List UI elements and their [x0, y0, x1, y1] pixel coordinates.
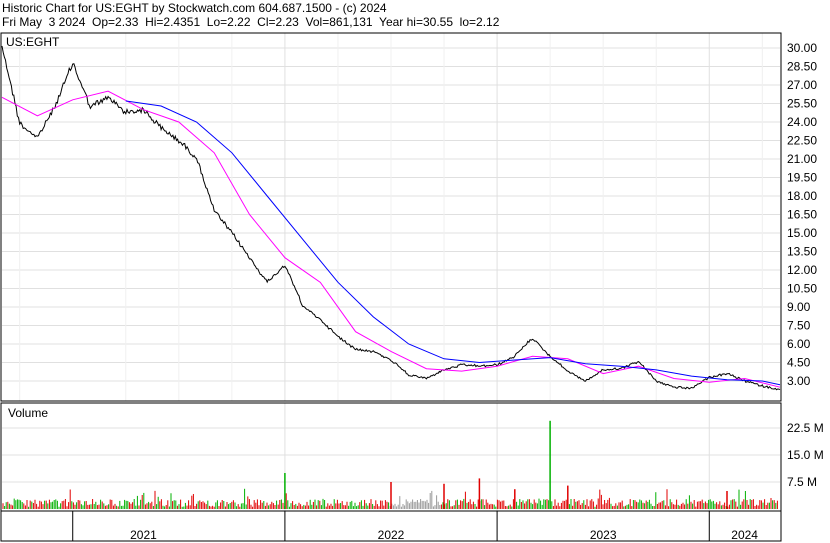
price-tick-label: 21.00 — [787, 152, 817, 166]
price-tick-label: 10.50 — [787, 282, 817, 296]
price-tick-label: 19.50 — [787, 171, 817, 185]
stock-chart: 30.00 28.50 27.00 25.50 24.00 22.50 21.00 19.50… — [0, 32, 824, 542]
price-tick-label: 28.50 — [787, 60, 817, 74]
axis-labels: 30.00 28.50 27.00 25.50 24.00 22.50 21.00 19.50… — [130, 41, 824, 542]
price-tick-label: 4.50 — [787, 356, 811, 370]
volume-tick-label: 15.0 M — [787, 448, 824, 462]
price-tick-label: 3.00 — [787, 374, 811, 388]
price-tick-label: 22.50 — [787, 134, 817, 148]
year-label: 2023 — [590, 528, 617, 542]
symbol-label: US:EGHT — [6, 35, 60, 49]
grid-layer — [2, 33, 780, 541]
price-tick-label: 12.00 — [787, 263, 817, 277]
price-tick-label: 30.00 — [787, 41, 817, 55]
price-tick-label: 16.50 — [787, 208, 817, 222]
price-tick-label: 27.00 — [787, 78, 817, 92]
price-tick-label: 13.50 — [787, 245, 817, 259]
volume-tick-label: 22.5 M — [787, 421, 824, 435]
volume-tick-label: 7.5 M — [787, 475, 817, 489]
price-tick-label: 25.50 — [787, 97, 817, 111]
volume-title: Volume — [8, 406, 48, 420]
long-moving-average-line — [125, 100, 781, 386]
year-label: 2022 — [378, 528, 405, 542]
price-tick-label: 15.00 — [787, 226, 817, 240]
price-tick-label: 9.00 — [787, 300, 811, 314]
price-tick-label: 7.50 — [787, 319, 811, 333]
price-tick-label: 24.00 — [787, 115, 817, 129]
year-label: 2024 — [731, 528, 758, 542]
volume-bars — [2, 420, 778, 509]
price-tick-label: 18.00 — [787, 189, 817, 203]
year-label: 2021 — [130, 528, 157, 542]
price-tick-label: 6.00 — [787, 337, 811, 351]
